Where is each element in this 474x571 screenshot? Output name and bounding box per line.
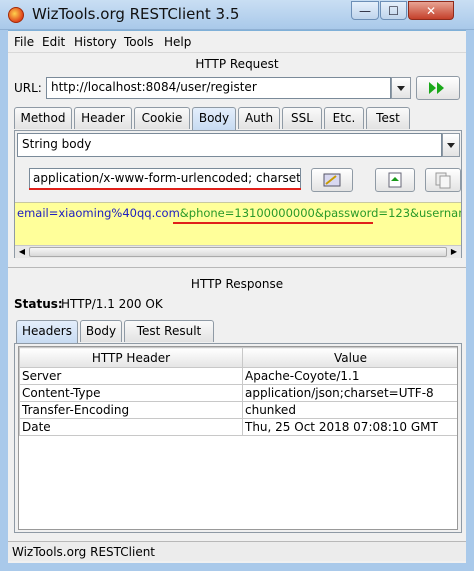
url-label: URL: bbox=[14, 81, 42, 95]
headers-tab-panel: HTTP Header Value Server Apache-Coyote/1… bbox=[14, 343, 462, 533]
request-section-title: HTTP Request bbox=[195, 57, 279, 71]
table-row[interactable]: Transfer-Encoding chunked bbox=[19, 401, 457, 419]
header-value: chunked bbox=[242, 401, 457, 419]
tab-test-result[interactable]: Test Result bbox=[124, 320, 214, 342]
edit-icon bbox=[323, 173, 341, 187]
content-type-input[interactable]: application/x-www-form-urlencoded; chars… bbox=[29, 168, 301, 190]
copy-icon bbox=[435, 172, 451, 189]
tab-ssl[interactable]: SSL bbox=[282, 107, 322, 129]
chevron-down-icon bbox=[397, 86, 405, 91]
main-panel: HTTP Request URL: http://localhost:8084/… bbox=[8, 53, 466, 563]
tab-header[interactable]: Header bbox=[74, 107, 132, 129]
body-tab-panel: String body application/x-www-form-urlen… bbox=[14, 130, 462, 258]
close-button[interactable]: ✕ bbox=[408, 1, 454, 20]
status-value: HTTP/1.1 200 OK bbox=[61, 297, 163, 311]
status-bar: WizTools.org RESTClient bbox=[8, 541, 466, 561]
menu-tools[interactable]: Tools bbox=[124, 35, 154, 49]
header-name: Content-Type bbox=[19, 384, 243, 402]
send-request-button[interactable] bbox=[416, 76, 460, 100]
response-section-title: HTTP Response bbox=[190, 277, 284, 291]
header-name: Date bbox=[19, 418, 243, 436]
body-type-select[interactable]: String body bbox=[17, 133, 442, 157]
header-value: application/json;charset=UTF-8 bbox=[242, 384, 457, 402]
header-value: Apache-Coyote/1.1 bbox=[242, 367, 457, 385]
window-border-bottom bbox=[0, 563, 474, 571]
load-file-button[interactable] bbox=[375, 168, 415, 192]
menu-help[interactable]: Help bbox=[164, 35, 191, 49]
splitter[interactable] bbox=[8, 267, 466, 268]
chevron-down-icon bbox=[447, 143, 455, 148]
table-row[interactable]: Server Apache-Coyote/1.1 bbox=[19, 367, 457, 385]
go-arrows-icon bbox=[429, 82, 444, 94]
tab-test[interactable]: Test bbox=[366, 107, 410, 129]
copy-button[interactable] bbox=[425, 168, 461, 192]
url-history-dropdown[interactable] bbox=[391, 77, 411, 99]
header-value: Thu, 25 Oct 2018 07:08:10 GMT bbox=[242, 418, 457, 436]
annotation-underline-body bbox=[173, 222, 373, 224]
tab-headers[interactable]: Headers bbox=[16, 320, 78, 343]
menu-file[interactable]: File bbox=[14, 35, 34, 49]
body-text-params: &phone=13100000000&password=123&username… bbox=[179, 206, 461, 220]
file-load-icon bbox=[388, 172, 402, 188]
column-value[interactable]: Value bbox=[242, 347, 457, 368]
menu-edit[interactable]: Edit bbox=[42, 35, 65, 49]
scroll-left-icon[interactable]: ◀ bbox=[16, 246, 28, 258]
horizontal-scrollbar[interactable]: ◀ ▶ bbox=[15, 245, 461, 258]
window-border-left bbox=[0, 30, 8, 571]
table-row[interactable]: Date Thu, 25 Oct 2018 07:08:10 GMT bbox=[19, 418, 457, 436]
table-header-row: HTTP Header Value bbox=[19, 347, 457, 368]
tab-response-body[interactable]: Body bbox=[80, 320, 122, 342]
tab-method[interactable]: Method bbox=[14, 107, 72, 129]
response-tabs: Headers Body Test Result bbox=[16, 320, 456, 344]
tab-body[interactable]: Body bbox=[192, 107, 236, 130]
window-title: WizTools.org RESTClient 3.5 bbox=[32, 5, 240, 23]
header-name: Transfer-Encoding bbox=[19, 401, 243, 419]
minimize-button[interactable]: — bbox=[351, 1, 379, 20]
headers-table-container: HTTP Header Value Server Apache-Coyote/1… bbox=[18, 346, 458, 530]
status-label: Status: bbox=[14, 297, 63, 311]
request-tabs: Method Header Cookie Body Auth SSL Etc. … bbox=[14, 107, 462, 131]
tab-etc[interactable]: Etc. bbox=[324, 107, 364, 129]
scroll-right-icon[interactable]: ▶ bbox=[448, 246, 460, 258]
scrollbar-thumb[interactable] bbox=[29, 247, 447, 257]
table-row[interactable]: Content-Type application/json;charset=UT… bbox=[19, 384, 457, 402]
tab-cookie[interactable]: Cookie bbox=[134, 107, 190, 129]
body-text-line: email=xiaoming%40qq.com&phone=1310000000… bbox=[17, 206, 461, 220]
headers-table: HTTP Header Value Server Apache-Coyote/1… bbox=[19, 347, 457, 436]
title-bar: WizTools.org RESTClient 3.5 — ☐ ✕ bbox=[0, 0, 474, 30]
header-name: Server bbox=[19, 367, 243, 385]
body-text-area[interactable]: email=xiaoming%40qq.com&phone=1310000000… bbox=[15, 202, 461, 248]
window-border-right bbox=[466, 30, 474, 571]
body-type-dropdown[interactable] bbox=[442, 133, 460, 157]
column-http-header[interactable]: HTTP Header bbox=[19, 347, 243, 368]
menu-history[interactable]: History bbox=[74, 35, 117, 49]
edit-content-type-button[interactable] bbox=[311, 168, 353, 192]
url-input[interactable]: http://localhost:8084/user/register bbox=[46, 77, 391, 99]
annotation-underline-content-type bbox=[29, 188, 301, 190]
tab-auth[interactable]: Auth bbox=[238, 107, 280, 129]
menu-bar: File Edit History Tools Help bbox=[8, 31, 466, 53]
body-text-email: email=xiaoming%40qq.com bbox=[17, 206, 180, 220]
app-logo-icon bbox=[8, 7, 24, 23]
maximize-button[interactable]: ☐ bbox=[380, 1, 407, 20]
status-bar-text: WizTools.org RESTClient bbox=[12, 545, 156, 559]
